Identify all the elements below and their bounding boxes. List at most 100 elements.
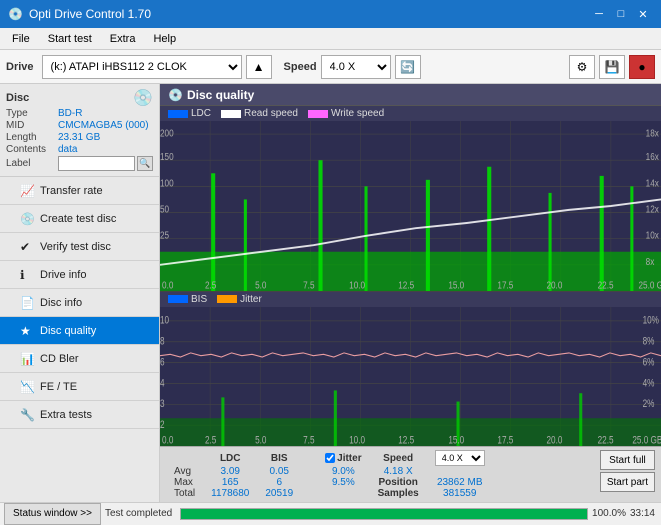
disc-label-confirm-button[interactable]: 🔍 (137, 156, 153, 171)
drive-select[interactable]: (k:) ATAPI iHBS112 2 CLOK (42, 55, 242, 79)
disc-header-row: Disc 💿 (6, 88, 153, 108)
nav-disc-quality-label: Disc quality (40, 325, 96, 337)
svg-text:2%: 2% (643, 398, 655, 411)
progress-pct: 100.0% (592, 508, 630, 519)
save-button[interactable]: 💾 (599, 55, 625, 79)
nav-transfer-rate[interactable]: 📈 Transfer rate (0, 177, 159, 205)
svg-text:4%: 4% (643, 377, 655, 390)
start-full-button[interactable]: Start full (600, 450, 655, 470)
bis-chart: 10% 8% 6% 4% 2% 10 8 6 4 3 2 0.0 2.5 5.0… (160, 307, 661, 446)
menu-start-test[interactable]: Start test (40, 29, 100, 49)
status-window-button[interactable]: Status window >> (4, 503, 101, 525)
refresh-button[interactable]: 🔄 (395, 55, 421, 79)
disc-contents-value: data (58, 144, 77, 155)
ldc-chart-svg: 18x 16x 14x 12x 10x 8x 200 150 100 50 25… (160, 121, 661, 291)
disc-type-row: Type BD-R (6, 108, 153, 119)
chart-title: Disc quality (187, 88, 254, 102)
svg-text:100: 100 (160, 177, 174, 188)
write-color (308, 110, 328, 118)
titlebar-title-area: 💿 Opti Drive Control 1.70 (8, 7, 151, 21)
max-position-label: Position (370, 477, 427, 488)
color-button[interactable]: ● (629, 55, 655, 79)
legend-write: Write speed (308, 108, 384, 119)
disc-label-input[interactable] (58, 156, 135, 171)
create-test-disc-icon: 💿 (20, 212, 34, 226)
nav-create-test-disc-label: Create test disc (40, 213, 116, 225)
ldc-chart: 18x 16x 14x 12x 10x 8x 200 150 100 50 25… (160, 121, 661, 292)
nav-cd-bler-label: CD Bler (40, 353, 79, 365)
avg-jitter: 9.0% (317, 466, 369, 477)
svg-text:25.0 GB: 25.0 GB (639, 279, 661, 290)
transfer-rate-icon: 📈 (20, 184, 34, 198)
legend-bis: BIS (168, 294, 207, 305)
max-gap (301, 477, 317, 488)
main-area: Disc 💿 Type BD-R MID CMCMAGBA5 (000) Len… (0, 84, 661, 502)
progress-area (176, 508, 592, 520)
svg-text:8: 8 (160, 335, 165, 348)
maximize-button[interactable]: □ (611, 5, 631, 23)
jitter-col-label: Jitter (337, 453, 361, 464)
total-samples-label: Samples (370, 488, 427, 499)
verify-test-disc-icon: ✔ (20, 240, 34, 254)
disc-info-icon: 📄 (20, 296, 34, 310)
menu-extra[interactable]: Extra (102, 29, 144, 49)
svg-text:12.5: 12.5 (398, 434, 414, 446)
svg-text:17.5: 17.5 (497, 279, 513, 290)
svg-text:0.0: 0.0 (162, 434, 174, 446)
nav-verify-test-disc-label: Verify test disc (40, 241, 111, 253)
disc-contents-label: Contents (6, 144, 58, 155)
menu-file[interactable]: File (4, 29, 38, 49)
disc-type-label: Type (6, 108, 58, 119)
stats-header-empty (166, 450, 203, 466)
svg-text:0.0: 0.0 (162, 279, 173, 290)
svg-text:20.0: 20.0 (546, 279, 562, 290)
svg-text:2.5: 2.5 (205, 434, 217, 446)
max-ldc: 165 (203, 477, 257, 488)
disc-label-label: Label (6, 158, 58, 169)
settings-button[interactable]: ⚙ (569, 55, 595, 79)
svg-text:8%: 8% (643, 335, 655, 348)
svg-text:200: 200 (160, 128, 174, 139)
avg-label: Avg (166, 466, 203, 477)
left-panel: Disc 💿 Type BD-R MID CMCMAGBA5 (000) Len… (0, 84, 160, 502)
nav-verify-test-disc[interactable]: ✔ Verify test disc (0, 233, 159, 261)
minimize-button[interactable]: ─ (589, 5, 609, 23)
svg-text:10.0: 10.0 (349, 279, 365, 290)
speed-select[interactable]: 4.0 X 2.0 X 8.0 X (321, 55, 391, 79)
nav-create-test-disc[interactable]: 💿 Create test disc (0, 205, 159, 233)
nav-cd-bler[interactable]: 📊 CD Bler (0, 345, 159, 373)
ldc-label: LDC (191, 108, 211, 119)
bis-label: BIS (191, 294, 207, 305)
nav-fe-te[interactable]: 📉 FE / TE (0, 373, 159, 401)
stats-max-row: Max 165 6 9.5% Position 23862 MB (166, 477, 493, 488)
svg-text:15.0: 15.0 (448, 434, 464, 446)
nav-extra-tests[interactable]: 🔧 Extra tests (0, 401, 159, 429)
drive-label: Drive (6, 61, 34, 73)
nav-disc-quality[interactable]: ★ Disc quality (0, 317, 159, 345)
jitter-color (217, 295, 237, 303)
drive-info-icon: ℹ (20, 268, 34, 282)
stats-table: LDC BIS Jitter Speed 4.0 X (166, 450, 493, 499)
svg-text:8x: 8x (646, 256, 655, 267)
disc-mid-row: MID CMCMAGBA5 (000) (6, 120, 153, 131)
nav-drive-info[interactable]: ℹ Drive info (0, 261, 159, 289)
close-button[interactable]: ✕ (633, 5, 653, 23)
ldc-color (168, 110, 188, 118)
svg-text:10.0: 10.0 (349, 434, 365, 446)
stats-speed-select[interactable]: 4.0 X (435, 450, 485, 466)
svg-text:18x: 18x (646, 128, 659, 139)
disc-quality-icon: ★ (20, 324, 34, 338)
nav-disc-info[interactable]: 📄 Disc info (0, 289, 159, 317)
menubar: File Start test Extra Help (0, 28, 661, 50)
app-icon: 💿 (8, 7, 23, 21)
max-bis: 6 (257, 477, 301, 488)
svg-text:16x: 16x (646, 151, 659, 162)
disc-length-value: 23.31 GB (58, 132, 100, 143)
disc-info-section: Disc 💿 Type BD-R MID CMCMAGBA5 (000) Len… (0, 84, 159, 177)
svg-text:20.0: 20.0 (546, 434, 562, 446)
action-buttons: Start full Start part (600, 450, 655, 492)
start-part-button[interactable]: Start part (600, 472, 655, 492)
eject-button[interactable]: ▲ (246, 55, 272, 79)
jitter-checkbox[interactable] (325, 453, 335, 463)
menu-help[interactable]: Help (145, 29, 184, 49)
